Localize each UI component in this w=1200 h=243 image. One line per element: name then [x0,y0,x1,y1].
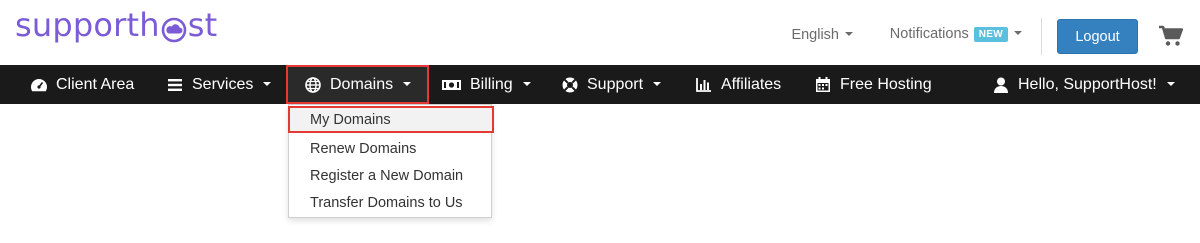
notifications-label: Notifications [889,26,969,42]
logo-text-right: st [187,6,218,44]
language-selector[interactable]: English [791,27,853,43]
cloud-logo-icon [161,13,187,43]
money-icon [441,76,462,94]
bar-chart-icon [695,76,713,94]
dashboard-icon [30,76,48,94]
domains-dropdown-menu: My Domains Renew Domains Register a New … [288,104,494,218]
nav-label: Client Area [56,75,135,93]
chevron-down-icon [403,81,412,86]
nav-label: Billing [470,75,513,93]
menu-item-transfer-domains[interactable]: Transfer Domains to Us [289,189,491,216]
nav-domains[interactable]: Domains [286,65,429,104]
top-header: supporth st English Notifications NEW Lo… [0,0,1200,65]
nav-client-area[interactable]: Client Area [30,65,134,104]
nav-label: Hello, SupportHost! [1018,75,1157,93]
nav-affiliates[interactable]: Affiliates [695,65,781,104]
nav-label: Services [192,75,254,93]
language-label: English [791,27,839,43]
chevron-down-icon [522,81,531,86]
header-divider [1041,18,1042,55]
nav-label: Support [587,75,644,93]
main-navbar: Client Area Services Domains Billing Sup… [0,65,1200,104]
supporthost-logo[interactable]: supporth st [15,3,217,47]
chevron-down-icon [263,81,272,86]
chevron-down-icon [1166,81,1175,86]
menu-item-register-domain[interactable]: Register a New Domain [289,162,491,189]
globe-icon [304,76,322,94]
user-icon [992,76,1010,94]
chevron-down-icon [653,81,662,86]
logout-button[interactable]: Logout [1057,19,1138,54]
nav-free-hosting[interactable]: Free Hosting [814,65,932,104]
nav-label: Affiliates [721,75,782,93]
chevron-down-icon [845,32,853,37]
menu-item-renew-domains[interactable]: Renew Domains [289,135,491,162]
logo-text-left: supporth [15,6,160,44]
nav-support[interactable]: Support [561,65,662,104]
chevron-down-icon [1014,31,1022,35]
calendar-icon [814,76,832,94]
menu-item-my-domains[interactable]: My Domains [288,106,494,133]
nav-label: Free Hosting [840,75,932,93]
list-icon [166,76,184,94]
nav-label: Domains [330,75,394,93]
lifebuoy-icon [561,76,579,94]
nav-services[interactable]: Services [166,65,272,104]
nav-account-menu[interactable]: Hello, SupportHost! [992,65,1175,104]
notifications-menu[interactable]: Notifications NEW [890,26,1022,42]
nav-billing[interactable]: Billing [441,65,531,104]
shopping-cart-icon[interactable] [1158,25,1184,47]
new-badge: NEW [973,26,1008,42]
